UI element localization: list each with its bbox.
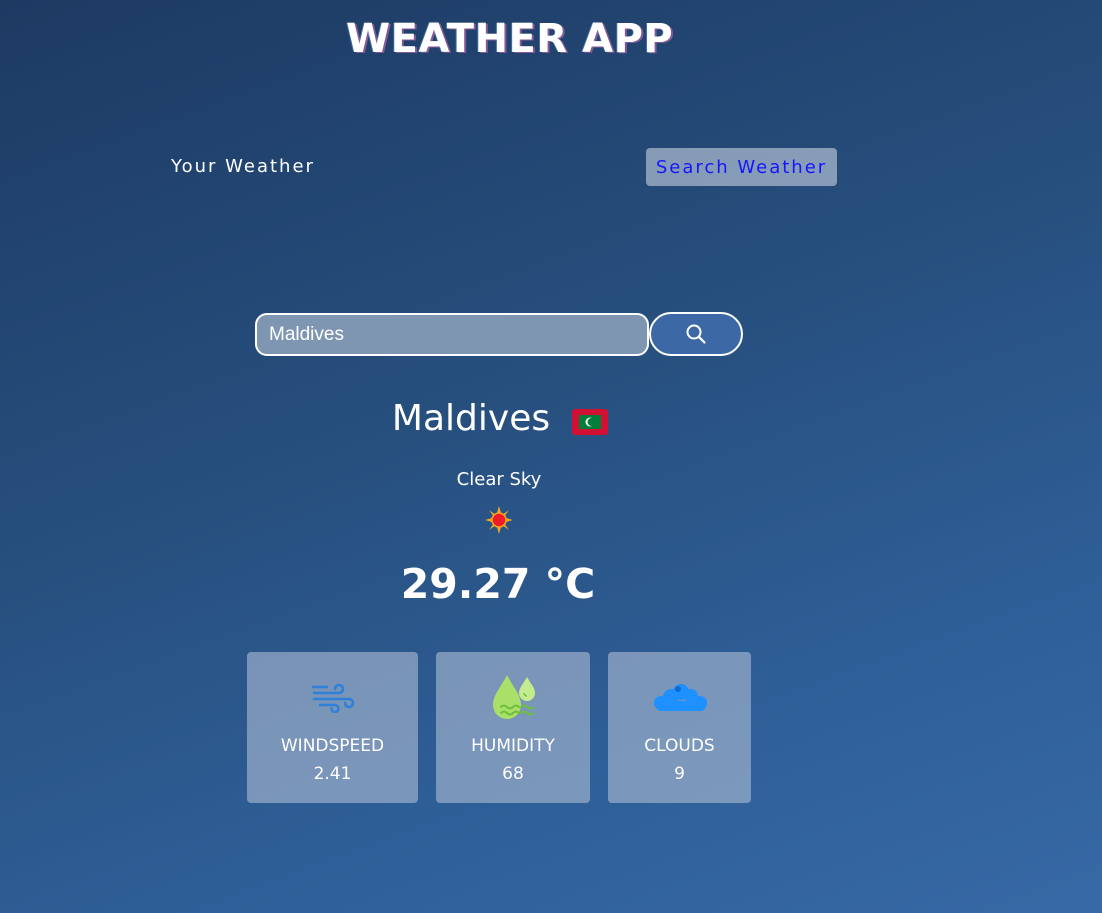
city-name: Maldives [391, 398, 551, 439]
humidity-card: HUMIDITY 68 [436, 652, 590, 803]
tab-search-weather-label: Search Weather [655, 156, 828, 178]
sun-icon [485, 506, 513, 534]
weather-description: Clear Sky [456, 469, 542, 490]
search-input[interactable] [255, 313, 649, 356]
windspeed-value: 2.41 [313, 764, 352, 784]
clouds-value: 9 [674, 764, 685, 784]
humidity-icon [493, 675, 535, 719]
humidity-label: HUMIDITY [471, 736, 555, 756]
clouds-card: CLOUDS 9 [608, 652, 751, 803]
search-button[interactable] [649, 312, 743, 356]
tab-search-weather[interactable]: Search Weather [646, 148, 837, 186]
maldives-flag-icon [572, 408, 609, 435]
clouds-label: CLOUDS [644, 736, 715, 756]
windspeed-card: WINDSPEED 2.41 [247, 652, 418, 803]
city-row: Maldives [0, 398, 1000, 439]
temperature: 29.27 °C [400, 560, 596, 608]
search-icon [686, 324, 706, 344]
clouds-icon [653, 684, 707, 711]
humidity-value: 68 [502, 764, 524, 784]
windspeed-label: WINDSPEED [280, 736, 385, 756]
wind-icon [311, 683, 354, 713]
app-title: WEATHER APP [346, 16, 674, 62]
tab-your-weather[interactable]: Your Weather [171, 156, 315, 177]
